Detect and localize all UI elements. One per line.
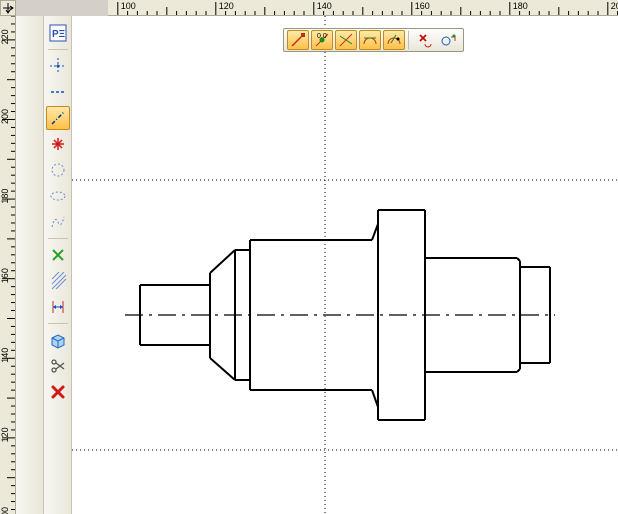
ellipse-dashed-icon[interactable]: [46, 184, 70, 208]
toolbar-separator: [408, 30, 411, 50]
origin-corner: [0, 0, 16, 16]
scissors-icon[interactable]: [46, 354, 70, 378]
toolbar-separator: [48, 323, 68, 324]
delete-x-icon[interactable]: [46, 380, 70, 404]
snap-mid-icon[interactable]: 0.0: [311, 30, 333, 50]
snap-tangent-icon[interactable]: [359, 30, 381, 50]
ruler-v-label: 180: [0, 189, 10, 204]
tool-column-1: [16, 16, 44, 514]
canvas[interactable]: [72, 16, 618, 514]
axis-line-icon[interactable]: [46, 106, 70, 130]
box-3d-icon[interactable]: [46, 328, 70, 352]
hatch-icon[interactable]: [46, 269, 70, 293]
ruler-h-label: 140: [317, 1, 332, 11]
toolbar-separator: [48, 49, 68, 50]
svg-text:0.0: 0.0: [317, 33, 327, 40]
ruler-v-label: 140: [0, 348, 10, 363]
snap-near-x-icon[interactable]: [414, 30, 436, 50]
vertical-ruler[interactable]: 100 120 140 160 180 200 220: [0, 16, 16, 514]
ruler-h-label: 100: [121, 1, 136, 11]
ruler-v-label: 100: [0, 507, 10, 514]
horizontal-ruler[interactable]: 100120140160180200220: [108, 0, 618, 16]
snap-grid-icon[interactable]: [438, 30, 460, 50]
snap-end-icon[interactable]: [287, 30, 309, 50]
hline-icon[interactable]: [46, 80, 70, 104]
ruler-v-label: 160: [0, 268, 10, 283]
snap-perp-icon[interactable]: [383, 30, 405, 50]
ruler-h-label: 180: [513, 1, 528, 11]
snap-intersect-icon[interactable]: [335, 30, 357, 50]
construction-point-icon[interactable]: [46, 54, 70, 78]
tool-column-2: PΞ: [44, 16, 72, 514]
ruler-h-label: 160: [415, 1, 430, 11]
ruler-v-label: 200: [0, 109, 10, 124]
dimension-icon[interactable]: [46, 295, 70, 319]
svg-text:PΞ: PΞ: [52, 29, 66, 40]
ok-x-icon[interactable]: [46, 243, 70, 267]
ruler-h-label: 120: [219, 1, 234, 11]
toolbar-separator: [48, 238, 68, 239]
ruler-v-label: 120: [0, 427, 10, 442]
point-x-icon[interactable]: [46, 132, 70, 156]
properties-icon[interactable]: PΞ: [46, 21, 70, 45]
circle-icon[interactable]: [46, 158, 70, 182]
ruler-h-label: 200: [611, 1, 618, 11]
snap-toolbar[interactable]: 0.0: [283, 28, 464, 52]
ruler-v-label: 220: [0, 29, 10, 44]
spline-icon[interactable]: [46, 210, 70, 234]
